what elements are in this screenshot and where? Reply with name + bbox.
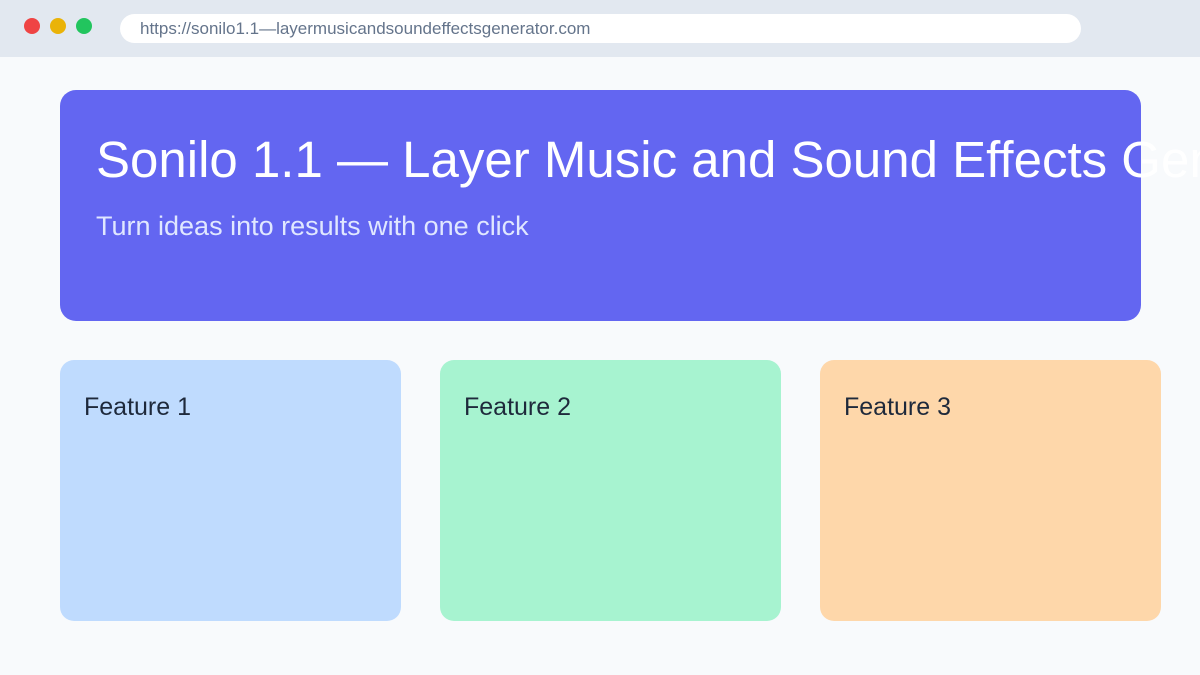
feature-card-3[interactable]: Feature 3 — [820, 360, 1161, 621]
hero-title: Sonilo 1.1 — Layer Music and Sound Effec… — [96, 131, 1200, 188]
feature-card-title: Feature 3 — [844, 393, 952, 421]
feature-card-1[interactable]: Feature 1 — [60, 360, 401, 621]
feature-card-title: Feature 2 — [464, 393, 572, 421]
address-bar[interactable]: https://sonilo1.1—layermusicandsoundeffe… — [120, 14, 1081, 43]
close-window-button[interactable] — [24, 18, 40, 34]
browser-toolbar: https://sonilo1.1—layermusicandsoundeffe… — [0, 0, 1200, 57]
feature-card-title: Feature 1 — [84, 393, 192, 421]
minimize-window-button[interactable] — [50, 18, 66, 34]
hero-banner: Sonilo 1.1 — Layer Music and Sound Effec… — [60, 90, 1200, 321]
hero-subtitle: Turn ideas into results with one click — [96, 211, 529, 241]
feature-card-2[interactable]: Feature 2 — [440, 360, 781, 621]
page-content: Sonilo 1.1 — Layer Music and Sound Effec… — [0, 57, 1200, 675]
maximize-window-button[interactable] — [76, 18, 92, 34]
